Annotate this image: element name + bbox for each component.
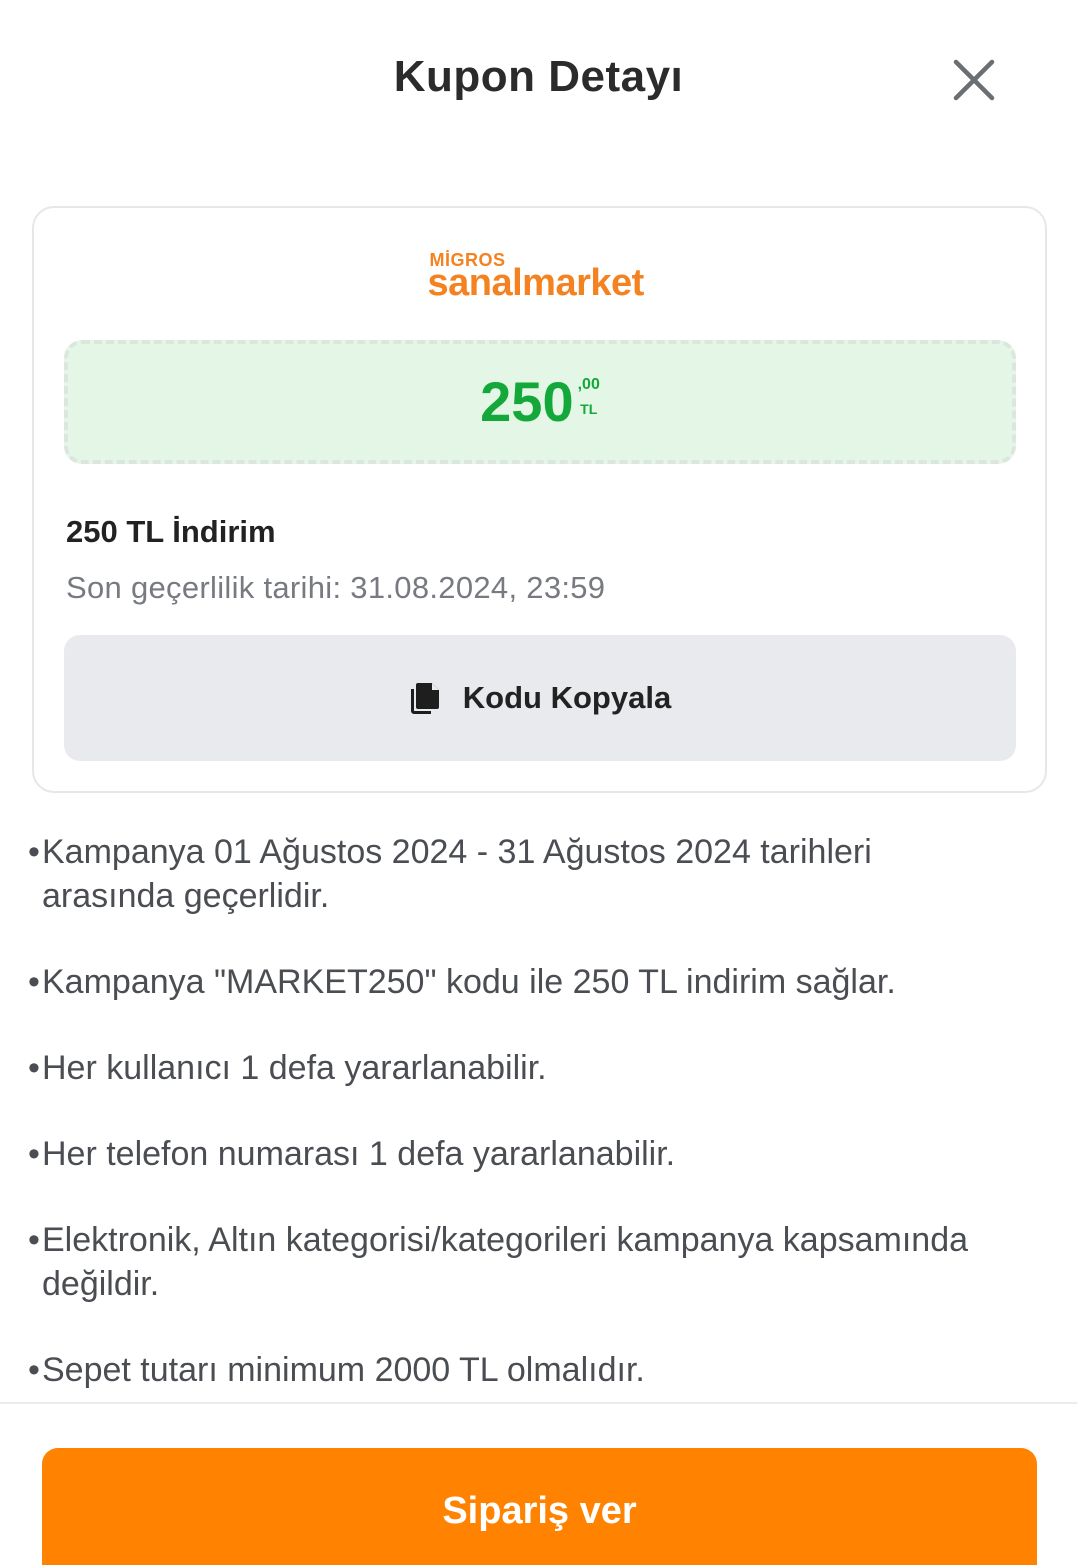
term-item: Sepet tutarı minimum 2000 TL olmalıdır. — [28, 1348, 988, 1392]
term-item: Kampanya 01 Ağustos 2024 - 31 Ağustos 20… — [28, 830, 988, 918]
brand-logo-main: sanalmarket — [427, 262, 645, 304]
coupon-card: MİGROS sanalmarket 250 ,00 TL 250 TL İnd… — [32, 206, 1047, 793]
term-item: Elektronik, Altın kategorisi/kategoriler… — [28, 1218, 988, 1306]
page-title: Kupon Detayı — [393, 52, 684, 101]
discount-currency: TL — [580, 401, 598, 417]
brand-logo: MİGROS sanalmarket — [34, 248, 1045, 304]
copy-icon — [409, 681, 441, 715]
copy-code-label: Kodu Kopyala — [462, 680, 672, 715]
campaign-terms: Kampanya 01 Ağustos 2024 - 31 Ağustos 20… — [28, 830, 988, 1434]
copy-code-button[interactable]: Kodu Kopyala — [64, 635, 1016, 761]
order-button-label: Sipariş ver — [442, 1490, 637, 1532]
discount-amount: 250 — [480, 370, 574, 433]
term-item: Her telefon numarası 1 defa yararlanabil… — [28, 1132, 988, 1176]
header: Kupon Detayı — [0, 0, 1077, 160]
coupon-title: 250 TL İndirim — [66, 514, 276, 549]
footer: Sipariş ver — [0, 1402, 1077, 1565]
coupon-expiry-date: Son geçerlilik tarihi: 31.08.2024, 23:59 — [66, 570, 606, 605]
close-button[interactable] — [944, 50, 1004, 110]
term-item: Her kullanıcı 1 defa yararlanabilir. — [28, 1046, 988, 1090]
coupon-detail-sheet: Kupon Detayı MİGROS sanalmarket 250 ,00 … — [0, 0, 1077, 1565]
order-button[interactable]: Sipariş ver — [42, 1448, 1037, 1565]
term-item: Kampanya "MARKET250" kodu ile 250 TL ind… — [28, 960, 988, 1004]
discount-amount-box: 250 ,00 TL — [64, 340, 1016, 464]
discount-amount-decimal: ,00 — [577, 376, 600, 393]
close-icon — [953, 59, 995, 101]
